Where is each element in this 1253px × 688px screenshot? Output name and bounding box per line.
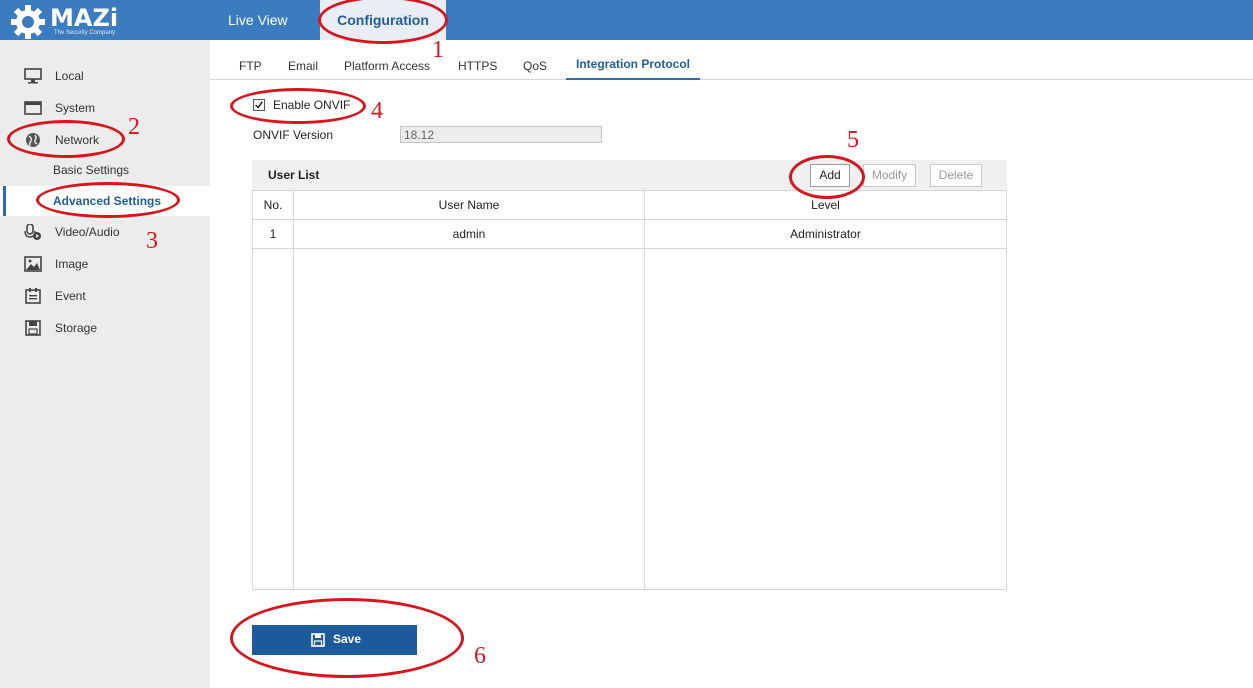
column-divider <box>293 191 294 589</box>
checkmark-icon <box>255 101 263 109</box>
annotation-number-6: 6 <box>474 643 486 669</box>
table-row-level[interactable]: Administrator <box>645 220 1006 249</box>
brand-name: MAZi <box>50 4 119 32</box>
column-divider <box>644 191 645 589</box>
sidebar-item-network[interactable]: Network <box>0 124 210 156</box>
sidebar-item-storage[interactable]: Storage <box>0 312 210 344</box>
column-header-user-name[interactable]: User Name <box>294 191 644 220</box>
sidebar-subitem-basic-settings[interactable]: Basic Settings <box>0 155 210 185</box>
image-icon <box>24 256 42 272</box>
onvif-version-field <box>400 126 602 143</box>
tab-ftp[interactable]: FTP <box>239 58 262 80</box>
event-calendar-icon <box>25 288 41 304</box>
add-button[interactable]: Add <box>810 164 850 187</box>
save-button[interactable]: Save <box>252 625 417 655</box>
sidebar-subitem-label: Basic Settings <box>53 163 130 177</box>
monitor-icon <box>24 68 42 84</box>
column-header-no[interactable]: No. <box>253 191 293 220</box>
save-label: Save <box>333 632 362 646</box>
tab-email[interactable]: Email <box>288 58 318 80</box>
gear-logo-icon <box>11 5 45 39</box>
user-list-title: User List <box>268 168 320 182</box>
table-row-no[interactable]: 1 <box>253 220 293 249</box>
delete-button[interactable]: Delete <box>930 164 982 187</box>
enable-onvif-checkbox[interactable] <box>253 99 265 111</box>
sidebar-item-label: Local <box>55 69 84 83</box>
onvif-version-label: ONVIF Version <box>253 128 334 142</box>
sidebar-item-event[interactable]: Event <box>0 280 210 312</box>
sidebar-item-label: System <box>55 101 96 115</box>
annotation-number-5: 5 <box>847 127 859 153</box>
brand-tagline: The Security Company <box>54 30 116 36</box>
sidebar-item-image[interactable]: Image <box>0 248 210 280</box>
user-list-header: User List Add Modify Delete <box>252 160 1007 190</box>
brand-logo: MAZi The Security Company <box>8 2 138 39</box>
sidebar-item-label: Network <box>55 133 100 147</box>
annotation-number-3: 3 <box>146 228 158 254</box>
tab-platform-access[interactable]: Platform Access <box>344 58 430 80</box>
table-row-user-name[interactable]: admin <box>294 220 644 249</box>
annotation-number-1: 1 <box>432 37 444 63</box>
sidebar: Local System Network Basic Settings Adva… <box>0 40 210 688</box>
sidebar-item-local[interactable]: Local <box>0 60 210 92</box>
sidebar-item-system[interactable]: System <box>0 92 210 124</box>
modify-button[interactable]: Modify <box>863 164 916 187</box>
sidebar-item-label: Event <box>55 289 86 303</box>
top-bar: MAZi The Security Company Live View Conf… <box>0 0 1253 40</box>
sidebar-subitem-advanced-settings[interactable]: Advanced Settings <box>0 186 210 216</box>
sidebar-item-video-audio[interactable]: Video/Audio <box>0 216 210 248</box>
tab-https[interactable]: HTTPS <box>458 58 497 80</box>
annotation-number-4: 4 <box>371 98 383 124</box>
user-table: No. User Name Level 1 admin Administrato… <box>252 190 1007 590</box>
nav-configuration[interactable]: Configuration <box>320 0 446 40</box>
sidebar-item-label: Video/Audio <box>55 225 120 239</box>
column-header-level[interactable]: Level <box>645 191 1006 220</box>
sidebar-subitem-label: Advanced Settings <box>53 194 162 208</box>
sidebar-item-label: Image <box>55 257 89 271</box>
enable-onvif-label: Enable ONVIF <box>273 98 351 112</box>
annotation-number-2: 2 <box>128 114 140 140</box>
tab-integration-protocol[interactable]: Integration Protocol <box>566 56 700 80</box>
globe-icon <box>26 133 40 147</box>
system-window-icon <box>24 101 42 115</box>
sidebar-item-label: Storage <box>55 321 98 335</box>
nav-live-view[interactable]: Live View <box>228 0 288 40</box>
microphone-icon <box>24 224 41 240</box>
floppy-disk-icon <box>311 633 325 647</box>
config-tabs: FTP Email Platform Access HTTPS QoS Inte… <box>210 40 1253 80</box>
tab-qos[interactable]: QoS <box>523 58 547 80</box>
storage-disk-icon <box>25 320 41 336</box>
